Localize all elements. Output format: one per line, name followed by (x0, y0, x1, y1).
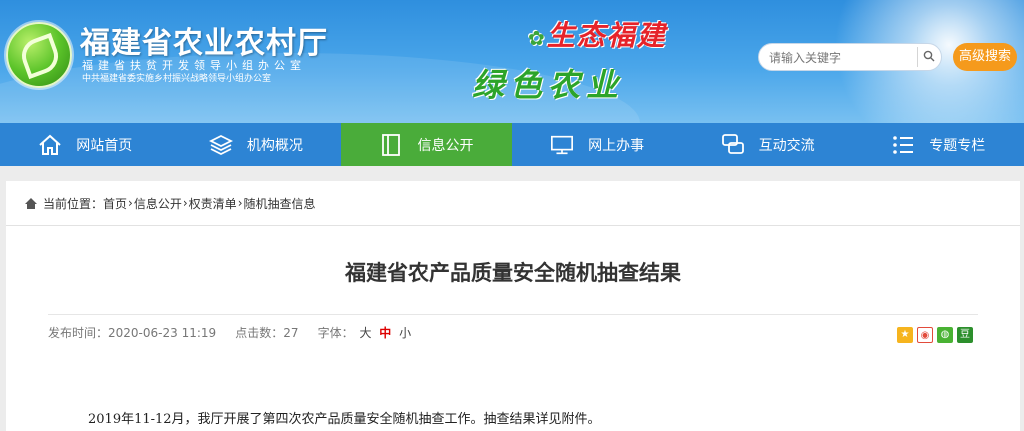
share-bar: ★ ◉ ◍ 豆 (897, 327, 973, 343)
search-icon (923, 50, 935, 62)
breadcrumb-random-inspection[interactable]: 随机抽查信息 (244, 195, 316, 212)
home-icon (38, 133, 62, 157)
font-size-label: 字体： (317, 326, 354, 340)
qzone-icon[interactable]: ★ (897, 327, 913, 343)
clicks-label: 点击数： (235, 326, 284, 340)
breadcrumb-home[interactable]: 首页 (103, 195, 127, 212)
site-logo[interactable] (6, 22, 72, 88)
monitor-icon (550, 133, 574, 157)
list-icon (891, 133, 915, 157)
douban-icon[interactable]: 豆 (957, 327, 973, 343)
article-body: 2019年11-12月，我厅开展了第四次农产品质量安全随机抽查工作。抽查结果详见… (88, 412, 601, 427)
nav-item-organization[interactable]: 机构概况 (171, 123, 342, 166)
site-title[interactable]: 福建省农业农村厅 (80, 18, 328, 62)
article-title: 福建省农产品质量安全随机抽查结果 (345, 261, 681, 285)
breadcrumb-power-list[interactable]: 权责清单 (189, 195, 237, 212)
font-size-large-button[interactable]: 大 (359, 326, 371, 340)
home-icon (25, 197, 37, 209)
chat-icon (721, 133, 745, 157)
nav-item-label: 专题专栏 (929, 137, 986, 154)
advanced-search-button[interactable]: 高级搜索 (953, 43, 1017, 71)
search-input[interactable] (769, 48, 914, 67)
nav-item-interaction[interactable]: 互动交流 (682, 123, 853, 166)
search-button[interactable] (917, 47, 937, 67)
weibo-icon[interactable]: ◉ (917, 327, 933, 343)
publish-label: 发布时间： (48, 326, 109, 340)
book-icon (379, 133, 403, 157)
nav-item-info-disclosure[interactable]: 信息公开 (341, 123, 512, 166)
search-box (758, 43, 942, 71)
nav-item-home[interactable]: 网站首页 (0, 123, 171, 166)
meta-divider (48, 314, 978, 315)
breadcrumb-prefix: 当前位置： (43, 196, 104, 211)
breadcrumb-separator: › (237, 196, 243, 210)
breadcrumb: 当前位置： 首页 › 信息公开 › 权责清单 › 随机抽查信息 (6, 181, 1020, 226)
wechat-icon[interactable]: ◍ (937, 327, 953, 343)
breadcrumb-separator: › (182, 196, 188, 210)
article-meta: 发布时间：2020-06-23 11:19 点击数：27 字体： 大 中 小 (48, 324, 413, 341)
breadcrumb-separator: › (128, 196, 133, 210)
nav-item-label: 互动交流 (758, 137, 815, 154)
font-size-small-button[interactable]: 小 (399, 326, 411, 340)
nav-item-label: 信息公开 (417, 137, 474, 154)
nav-item-online-services[interactable]: 网上办事 (512, 123, 683, 166)
nav-item-label: 网上办事 (588, 137, 645, 154)
main-content: 当前位置： 首页 › 信息公开 › 权责清单 › 随机抽查信息 福建省农产品质量… (6, 181, 1020, 431)
layers-icon (208, 133, 233, 157)
slogan-line-1: ✿生态福建 (528, 19, 667, 52)
main-nav: 网站首页 机构概况 信息公开 网上办事 互动交流 专题专栏 (0, 123, 1024, 166)
nav-item-label: 网站首页 (76, 137, 133, 154)
nav-item-label: 机构概况 (246, 137, 303, 154)
breadcrumb-info-disclosure[interactable]: 信息公开 (134, 195, 182, 212)
click-count: 27 (283, 326, 299, 340)
font-size-medium-button[interactable]: 中 (379, 326, 391, 340)
nav-item-special-topics[interactable]: 专题专栏 (853, 123, 1024, 166)
site-subtitle-2: 中共福建省委实施乡村振兴战略领导小组办公室 (82, 74, 272, 84)
slogan-line-2: 绿色农业 (472, 66, 625, 104)
site-header: 福建省农业农村厅 福建省扶贫开发领导小组办公室 中共福建省委实施乡村振兴战略领导… (0, 0, 1024, 123)
publish-time: 2020-06-23 11:19 (108, 326, 217, 340)
